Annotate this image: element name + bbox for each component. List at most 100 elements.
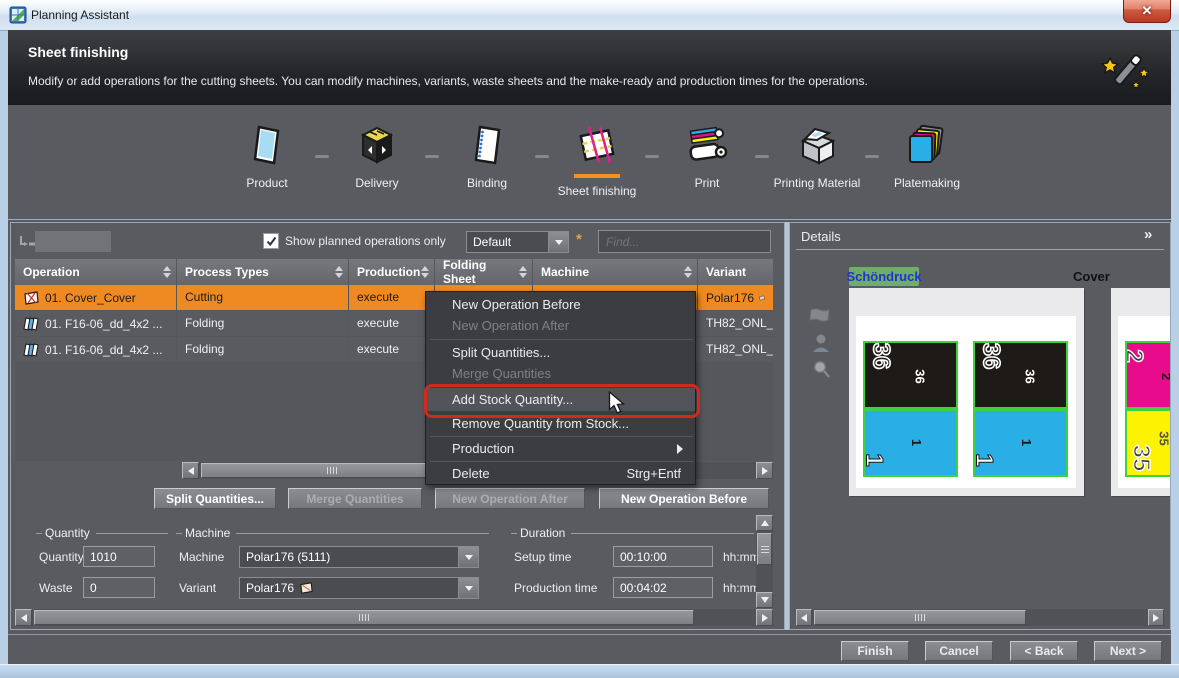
new-operation-after-button[interactable]: New Operation After bbox=[435, 488, 585, 509]
back-button[interactable]: < Back bbox=[1010, 641, 1078, 661]
scroll-right-button[interactable] bbox=[1148, 609, 1164, 626]
imposition-panel: 2 2 35 35 bbox=[1125, 341, 1171, 477]
step-label: Platemaking bbox=[877, 176, 977, 191]
panel-page-bottom: 1 1 bbox=[863, 409, 958, 477]
duration-group-title: Duration bbox=[511, 526, 754, 540]
check-icon bbox=[266, 236, 277, 247]
window-title: Planning Assistant bbox=[31, 8, 129, 22]
menu-item-production[interactable]: Production bbox=[426, 438, 695, 459]
cancel-button[interactable]: Cancel bbox=[925, 641, 993, 661]
menu-item-delete[interactable]: Delete Strg+Entf bbox=[426, 463, 695, 484]
setup-time-input[interactable] bbox=[613, 546, 713, 567]
step-delivery[interactable]: Delivery bbox=[327, 123, 427, 191]
imposition-panel: 36 36 1 1 bbox=[863, 341, 958, 477]
search-input[interactable] bbox=[599, 234, 765, 250]
menu-item-split-quantities[interactable]: Split Quantities... bbox=[426, 342, 695, 363]
preset-dropdown[interactable]: Default bbox=[466, 231, 569, 253]
panel-hscrollbar[interactable] bbox=[15, 609, 773, 626]
wizard-header: Sheet finishing Modify or add operations… bbox=[8, 30, 1171, 105]
scroll-down-button[interactable] bbox=[756, 592, 773, 608]
collapse-panel-icon[interactable]: » bbox=[1144, 226, 1152, 243]
dropdown-arrow-icon[interactable] bbox=[458, 578, 478, 598]
split-quantities-button[interactable]: Split Quantities... bbox=[154, 488, 276, 509]
step-product[interactable]: Product bbox=[217, 123, 317, 191]
step-binding[interactable]: Binding bbox=[437, 123, 537, 191]
step-label: Delivery bbox=[327, 176, 427, 191]
step-print[interactable]: Print bbox=[657, 123, 757, 191]
active-step-indicator bbox=[574, 174, 620, 178]
scroll-left-button[interactable] bbox=[15, 609, 32, 626]
menu-shortcut: Strg+Entf bbox=[626, 466, 681, 481]
panel-page-bottom: 1 1 bbox=[973, 409, 1068, 477]
show-planned-checkbox[interactable] bbox=[263, 233, 279, 249]
person-icon[interactable] bbox=[812, 333, 830, 353]
scroll-thumb[interactable] bbox=[201, 463, 463, 478]
flag-icon[interactable] bbox=[808, 307, 832, 325]
variant-dropdown[interactable]: Polar176 bbox=[239, 577, 479, 599]
column-header-production[interactable]: Production bbox=[349, 259, 435, 285]
step-label: Binding bbox=[437, 176, 537, 191]
menu-item-add-stock-quantity[interactable]: Add Stock Quantity... bbox=[426, 388, 695, 411]
scroll-left-button[interactable] bbox=[796, 609, 812, 626]
column-header-machine[interactable]: Machine bbox=[533, 259, 698, 285]
variant-value: Polar176 bbox=[246, 581, 294, 595]
step-label: Sheet finishing bbox=[547, 184, 647, 199]
scroll-thumb[interactable] bbox=[757, 533, 772, 565]
panel-page-top: 36 36 bbox=[863, 341, 958, 409]
column-header-variant[interactable]: Variant bbox=[698, 259, 773, 285]
column-header-process-types[interactable]: Process Types bbox=[177, 259, 349, 285]
waste-input[interactable] bbox=[83, 577, 155, 598]
variant-label: Variant bbox=[179, 581, 216, 595]
column-header-folding-sheet[interactable]: Folding Sheet bbox=[435, 259, 533, 285]
cutting-icon bbox=[23, 291, 40, 305]
step-sheet-finishing[interactable]: Sheet finishing bbox=[547, 123, 647, 199]
setup-time-unit: hh:mm bbox=[723, 550, 757, 564]
scroll-thumb[interactable] bbox=[34, 610, 694, 625]
press-sheet-preview[interactable]: 2 2 35 35 bbox=[1111, 288, 1171, 496]
merge-quantities-button[interactable]: Merge Quantities bbox=[288, 488, 422, 509]
press-sheet-preview[interactable]: 36 36 1 1 36 36 1 1 bbox=[849, 288, 1084, 496]
machine-dropdown[interactable]: Polar176 (5111) bbox=[239, 546, 479, 568]
scroll-right-button[interactable] bbox=[756, 609, 773, 626]
scroll-left-button[interactable] bbox=[182, 462, 199, 479]
print-icon bbox=[685, 123, 729, 167]
menu-item-new-operation-after[interactable]: New Operation After bbox=[426, 315, 695, 336]
form-vscrollbar[interactable] bbox=[756, 515, 773, 608]
close-button[interactable]: ✕ bbox=[1123, 0, 1171, 23]
dropdown-arrow-icon[interactable] bbox=[458, 547, 478, 567]
sort-icon bbox=[519, 266, 527, 278]
menu-item-merge-quantities[interactable]: Merge Quantities bbox=[426, 363, 695, 384]
imposition-panel: 36 36 1 1 bbox=[973, 341, 1068, 477]
waste-label: Waste bbox=[39, 581, 73, 595]
operation-name-field[interactable] bbox=[35, 231, 111, 252]
quantity-input[interactable] bbox=[83, 546, 155, 567]
production-time-input[interactable] bbox=[613, 577, 713, 598]
find-field[interactable] bbox=[598, 230, 771, 253]
scroll-up-button[interactable] bbox=[756, 515, 773, 531]
scroll-right-button[interactable] bbox=[756, 462, 773, 479]
magnifier-icon[interactable] bbox=[812, 359, 831, 379]
next-button[interactable]: Next > bbox=[1094, 641, 1162, 661]
finish-button[interactable]: Finish bbox=[841, 641, 909, 661]
details-hscrollbar[interactable] bbox=[796, 609, 1164, 626]
machine-value: Polar176 (5111) bbox=[240, 550, 458, 564]
sort-icon bbox=[335, 266, 343, 278]
column-header-operation[interactable]: Operation bbox=[15, 259, 177, 285]
step-printing-material[interactable]: Printing Material bbox=[767, 123, 867, 191]
app-icon bbox=[9, 6, 27, 24]
mouse-cursor bbox=[608, 391, 627, 417]
variant-flag-icon bbox=[299, 582, 314, 594]
new-operation-before-button[interactable]: New Operation Before bbox=[599, 488, 769, 509]
delivery-icon bbox=[355, 123, 399, 167]
menu-item-new-operation-before[interactable]: New Operation Before bbox=[426, 294, 695, 315]
dropdown-arrow-icon[interactable] bbox=[548, 232, 568, 252]
step-separator bbox=[535, 155, 549, 158]
machine-group-title: Machine bbox=[176, 526, 489, 540]
step-label: Product bbox=[217, 176, 317, 191]
production-time-unit: hh:mm bbox=[723, 581, 757, 595]
scroll-thumb[interactable] bbox=[814, 610, 1026, 625]
details-panel: Details » Schöndruck Cover 36 36 1 1 bbox=[789, 222, 1171, 630]
page-description: Modify or add operations for the cutting… bbox=[28, 74, 868, 88]
menu-item-remove-quantity-from-stock[interactable]: Remove Quantity from Stock... bbox=[426, 413, 695, 434]
step-platemaking[interactable]: Platemaking bbox=[877, 123, 977, 191]
